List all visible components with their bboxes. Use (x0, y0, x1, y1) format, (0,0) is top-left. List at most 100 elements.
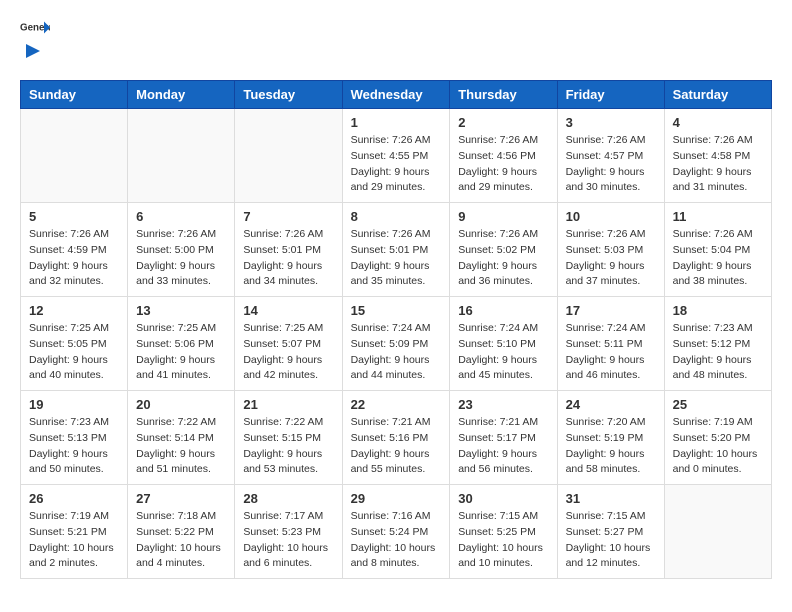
calendar-cell (235, 109, 342, 203)
calendar-cell (128, 109, 235, 203)
calendar-cell: 24 Sunrise: 7:20 AM Sunset: 5:19 PM Dayli… (557, 391, 664, 485)
day-number: 3 (566, 115, 656, 130)
day-number: 23 (458, 397, 548, 412)
calendar-cell: 31 Sunrise: 7:15 AM Sunset: 5:27 PM Dayli… (557, 485, 664, 579)
calendar-cell: 30 Sunrise: 7:15 AM Sunset: 5:25 PM Dayli… (450, 485, 557, 579)
day-info: Sunrise: 7:22 AM Sunset: 5:14 PM Dayligh… (136, 415, 226, 478)
day-info: Sunrise: 7:26 AM Sunset: 4:56 PM Dayligh… (458, 133, 548, 196)
day-info: Sunrise: 7:24 AM Sunset: 5:10 PM Dayligh… (458, 321, 548, 384)
day-number: 7 (243, 209, 333, 224)
day-info: Sunrise: 7:26 AM Sunset: 4:59 PM Dayligh… (29, 227, 119, 290)
day-info: Sunrise: 7:25 AM Sunset: 5:05 PM Dayligh… (29, 321, 119, 384)
calendar-cell: 17Sunrise: 7:24 AM Sunset: 5:11 PM Dayli… (557, 297, 664, 391)
day-info: Sunrise: 7:23 AM Sunset: 5:12 PM Dayligh… (673, 321, 763, 384)
day-number: 31 (566, 491, 656, 506)
week-row-4: 19 Sunrise: 7:23 AM Sunset: 5:13 PM Dayli… (21, 391, 772, 485)
calendar-cell (664, 485, 771, 579)
day-number: 22 (351, 397, 442, 412)
calendar-cell: 20 Sunrise: 7:22 AM Sunset: 5:14 PM Dayli… (128, 391, 235, 485)
day-number: 14 (243, 303, 333, 318)
column-header-tuesday: Tuesday (235, 81, 342, 109)
day-number: 30 (458, 491, 548, 506)
day-info: Sunrise: 7:19 AM Sunset: 5:20 PM Dayligh… (673, 415, 763, 478)
day-info: Sunrise: 7:24 AM Sunset: 5:09 PM Dayligh… (351, 321, 442, 384)
calendar-cell: 2 Sunrise: 7:26 AM Sunset: 4:56 PM Daylig… (450, 109, 557, 203)
day-number: 11 (673, 209, 763, 224)
day-number: 24 (566, 397, 656, 412)
day-info: Sunrise: 7:26 AM Sunset: 5:04 PM Dayligh… (673, 227, 763, 290)
day-info: Sunrise: 7:17 AM Sunset: 5:23 PM Dayligh… (243, 509, 333, 572)
calendar-cell: 21Sunrise: 7:22 AM Sunset: 5:15 PM Dayli… (235, 391, 342, 485)
day-info: Sunrise: 7:20 AM Sunset: 5:19 PM Dayligh… (566, 415, 656, 478)
logo: General (20, 20, 50, 64)
day-info: Sunrise: 7:25 AM Sunset: 5:07 PM Dayligh… (243, 321, 333, 384)
day-number: 2 (458, 115, 548, 130)
column-header-thursday: Thursday (450, 81, 557, 109)
calendar-cell: 4Sunrise: 7:26 AM Sunset: 4:58 PM Daylig… (664, 109, 771, 203)
day-info: Sunrise: 7:26 AM Sunset: 4:55 PM Dayligh… (351, 133, 442, 196)
week-row-2: 5 Sunrise: 7:26 AM Sunset: 4:59 PM Daylig… (21, 203, 772, 297)
day-number: 19 (29, 397, 119, 412)
day-number: 1 (351, 115, 442, 130)
calendar-cell: 15Sunrise: 7:24 AM Sunset: 5:09 PM Dayli… (342, 297, 450, 391)
week-row-1: 1 Sunrise: 7:26 AM Sunset: 4:55 PM Daylig… (21, 109, 772, 203)
calendar-cell: 14 Sunrise: 7:25 AM Sunset: 5:07 PM Dayli… (235, 297, 342, 391)
calendar-cell: 12 Sunrise: 7:25 AM Sunset: 5:05 PM Dayli… (21, 297, 128, 391)
day-number: 26 (29, 491, 119, 506)
day-info: Sunrise: 7:26 AM Sunset: 5:03 PM Dayligh… (566, 227, 656, 290)
day-number: 25 (673, 397, 763, 412)
column-header-friday: Friday (557, 81, 664, 109)
calendar-cell: 16 Sunrise: 7:24 AM Sunset: 5:10 PM Dayli… (450, 297, 557, 391)
day-info: Sunrise: 7:16 AM Sunset: 5:24 PM Dayligh… (351, 509, 442, 572)
day-number: 18 (673, 303, 763, 318)
day-info: Sunrise: 7:23 AM Sunset: 5:13 PM Dayligh… (29, 415, 119, 478)
calendar-cell: 13Sunrise: 7:25 AM Sunset: 5:06 PM Dayli… (128, 297, 235, 391)
calendar-cell: 7Sunrise: 7:26 AM Sunset: 5:01 PM Daylig… (235, 203, 342, 297)
calendar-cell (21, 109, 128, 203)
day-info: Sunrise: 7:25 AM Sunset: 5:06 PM Dayligh… (136, 321, 226, 384)
calendar-cell: 25 Sunrise: 7:19 AM Sunset: 5:20 PM Dayli… (664, 391, 771, 485)
day-number: 20 (136, 397, 226, 412)
column-header-saturday: Saturday (664, 81, 771, 109)
day-number: 6 (136, 209, 226, 224)
calendar-cell: 1 Sunrise: 7:26 AM Sunset: 4:55 PM Daylig… (342, 109, 450, 203)
column-header-wednesday: Wednesday (342, 81, 450, 109)
day-info: Sunrise: 7:26 AM Sunset: 5:02 PM Dayligh… (458, 227, 548, 290)
day-number: 12 (29, 303, 119, 318)
day-info: Sunrise: 7:15 AM Sunset: 5:25 PM Dayligh… (458, 509, 548, 572)
calendar-cell: 27 Sunrise: 7:18 AM Sunset: 5:22 PM Dayli… (128, 485, 235, 579)
calendar-cell: 18 Sunrise: 7:23 AM Sunset: 5:12 PM Dayli… (664, 297, 771, 391)
calendar-cell: 28 Sunrise: 7:17 AM Sunset: 5:23 PM Dayli… (235, 485, 342, 579)
day-info: Sunrise: 7:19 AM Sunset: 5:21 PM Dayligh… (29, 509, 119, 572)
calendar-cell: 10 Sunrise: 7:26 AM Sunset: 5:03 PM Dayli… (557, 203, 664, 297)
day-number: 5 (29, 209, 119, 224)
calendar-cell: 3 Sunrise: 7:26 AM Sunset: 4:57 PM Daylig… (557, 109, 664, 203)
calendar-cell: 19 Sunrise: 7:23 AM Sunset: 5:13 PM Dayli… (21, 391, 128, 485)
day-info: Sunrise: 7:21 AM Sunset: 5:17 PM Dayligh… (458, 415, 548, 478)
calendar-table: SundayMondayTuesdayWednesdayThursdayFrid… (20, 80, 772, 579)
day-number: 29 (351, 491, 442, 506)
calendar-cell: 5 Sunrise: 7:26 AM Sunset: 4:59 PM Daylig… (21, 203, 128, 297)
day-info: Sunrise: 7:21 AM Sunset: 5:16 PM Dayligh… (351, 415, 442, 478)
day-number: 4 (673, 115, 763, 130)
day-info: Sunrise: 7:26 AM Sunset: 4:57 PM Dayligh… (566, 133, 656, 196)
day-number: 10 (566, 209, 656, 224)
column-header-monday: Monday (128, 81, 235, 109)
page-header: General (20, 20, 772, 64)
week-row-3: 12 Sunrise: 7:25 AM Sunset: 5:05 PM Dayli… (21, 297, 772, 391)
day-info: Sunrise: 7:26 AM Sunset: 5:01 PM Dayligh… (351, 227, 442, 290)
logo-arrow-icon (22, 40, 44, 62)
calendar-cell: 6Sunrise: 7:26 AM Sunset: 5:00 PM Daylig… (128, 203, 235, 297)
calendar-cell: 11 Sunrise: 7:26 AM Sunset: 5:04 PM Dayli… (664, 203, 771, 297)
calendar-cell: 23 Sunrise: 7:21 AM Sunset: 5:17 PM Dayli… (450, 391, 557, 485)
day-number: 16 (458, 303, 548, 318)
logo-icon: General (20, 20, 50, 38)
calendar-cell: 26 Sunrise: 7:19 AM Sunset: 5:21 PM Dayli… (21, 485, 128, 579)
day-number: 27 (136, 491, 226, 506)
day-info: Sunrise: 7:15 AM Sunset: 5:27 PM Dayligh… (566, 509, 656, 572)
day-number: 28 (243, 491, 333, 506)
day-number: 17 (566, 303, 656, 318)
day-info: Sunrise: 7:18 AM Sunset: 5:22 PM Dayligh… (136, 509, 226, 572)
day-number: 8 (351, 209, 442, 224)
column-header-sunday: Sunday (21, 81, 128, 109)
